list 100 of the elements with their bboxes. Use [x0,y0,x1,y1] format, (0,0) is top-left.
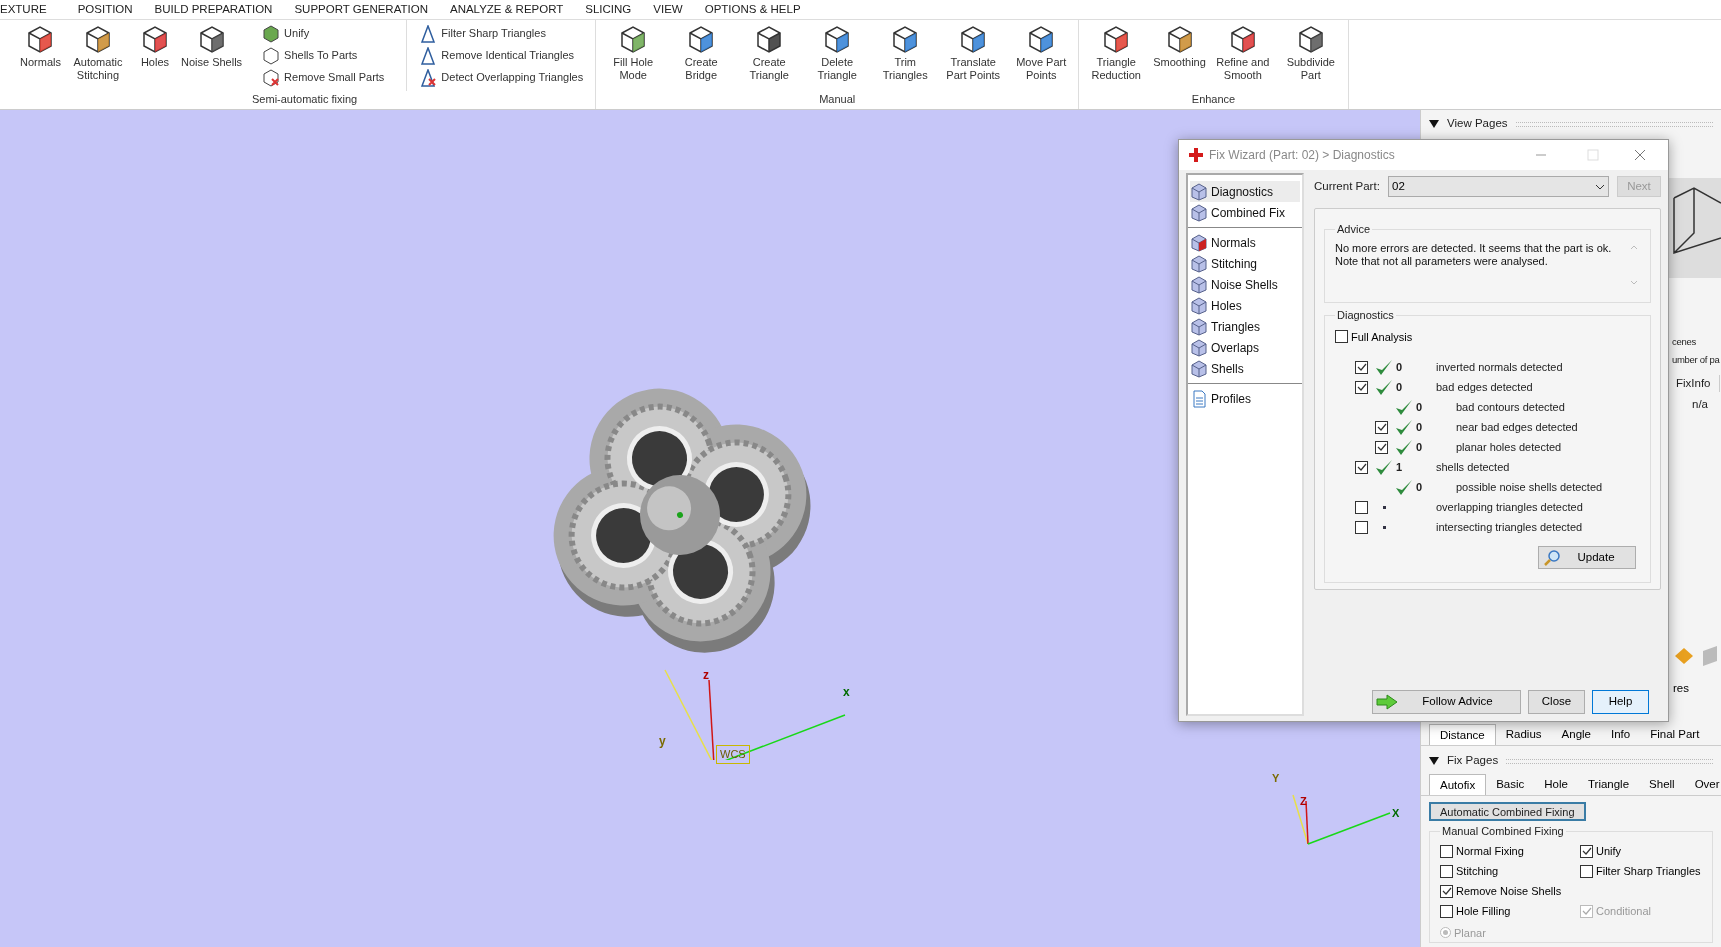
nav-item[interactable]: Triangles [1190,316,1300,337]
checkbox[interactable] [1355,380,1368,394]
menu-item[interactable]: EXTURE [0,0,67,19]
nav-item[interactable]: Overlaps [1190,337,1300,358]
checkbox[interactable] [1440,884,1453,898]
menu-item[interactable]: VIEW [642,0,694,19]
ribbon-button[interactable]: Move Part Points [1008,20,1075,91]
section-header[interactable]: View Pages [1447,115,1508,133]
count: 0 [1416,480,1423,493]
dialog-button[interactable]: Follow Advice [1372,690,1521,714]
tab[interactable]: Angle [1551,724,1601,745]
checkbox[interactable] [1440,904,1453,918]
tab[interactable]: Over [1684,774,1721,795]
nav-item[interactable]: Holes [1190,295,1300,316]
count: 0 [1396,380,1403,393]
checkbox[interactable] [1355,500,1368,514]
ribbon-button[interactable]: Holes [132,20,177,91]
diagnostic-label: near bad edges detected [1456,419,1578,435]
checkbox[interactable] [1580,864,1593,878]
menu-item[interactable]: OPTIONS & HELP [693,0,812,19]
ribbon-button[interactable]: Normals [18,20,63,91]
checkbox[interactable] [1335,330,1348,344]
automatic-combined-fixing-button[interactable]: Automatic Combined Fixing [1429,802,1586,821]
nav-item[interactable]: Shells [1190,358,1300,379]
checkbox[interactable] [1355,360,1368,374]
diagnostic-label: bad contours detected [1456,399,1565,415]
ribbon-button[interactable]: Create Triangle [736,20,803,91]
ribbon-group-label: Manual [818,91,857,107]
checkbox[interactable] [1440,844,1453,858]
tab[interactable]: Shell [1639,774,1685,795]
tab[interactable]: Triangle [1577,774,1640,795]
ribbon-button[interactable]: Noise Shells [178,20,245,91]
ribbon-button[interactable]: Trim Triangles [872,20,939,91]
tab[interactable]: Autofix [1429,774,1487,795]
ribbon-small-button[interactable]: Remove Identical Triangles [419,46,584,65]
column-header: FixInfo [1676,375,1720,393]
arrow-right-icon [1376,694,1398,710]
ribbon-small-button[interactable]: Detect Overlapping Triangles [419,68,584,87]
axis-label: y [659,733,666,750]
checkbox[interactable] [1355,520,1368,534]
diagnostic-label: intersecting triangles detected [1436,519,1583,535]
axis-label: Y [1272,771,1280,786]
collapse-triangle-icon[interactable] [1429,120,1439,128]
menu-item[interactable]: SLICING [574,0,643,19]
part-dropdown[interactable]: 02 [1388,176,1609,197]
nav-item[interactable]: Profiles [1190,388,1300,409]
tab[interactable]: Distance [1429,724,1496,745]
ribbon-button[interactable]: Triangle Reduction [1083,20,1150,91]
checkbox[interactable] [1375,440,1388,454]
checkbox-option[interactable]: Normal Fixing [1440,843,1580,859]
count: 0 [1416,400,1423,413]
ribbon-button[interactable]: Translate Part Points [940,20,1007,91]
menu-item[interactable]: BUILD PREPARATION [143,0,284,19]
ribbon-button[interactable]: Delete Triangle [804,20,871,91]
nav-item[interactable]: Diagnostics [1190,181,1300,202]
ribbon-small-button[interactable]: Remove Small Parts [262,68,385,87]
view-cube-icon[interactable] [1669,178,1721,278]
ribbon-button[interactable]: Smoothing [1151,20,1208,91]
magnifier-icon [1543,548,1561,567]
dialog-button[interactable]: Help [1592,690,1649,714]
tab[interactable]: Final Part [1640,724,1710,745]
checkbox[interactable] [1355,460,1368,474]
ribbon-button[interactable]: Refine and Smooth [1209,20,1276,91]
ribbon-button[interactable]: Fill Hole Mode [600,20,667,91]
diagnostic-label: inverted normals detected [1436,359,1563,375]
ribbon-small-button[interactable]: Shells To Parts [262,46,385,65]
nav-item[interactable]: Noise Shells [1190,274,1300,295]
menu-item[interactable]: SUPPORT GENERATION [283,0,439,19]
tab[interactable]: Radius [1495,724,1552,745]
dialog-button[interactable]: Close [1528,690,1585,714]
checkbox[interactable] [1580,844,1593,858]
update-button[interactable]: Update [1538,546,1636,569]
count: 1 [1396,460,1403,473]
checkbox[interactable] [1375,420,1388,434]
checkbox-option[interactable]: Unify [1580,843,1702,859]
tab[interactable]: Info [1601,724,1641,745]
menu-item[interactable]: ANALYZE & REPORT [438,0,575,19]
nav-item[interactable]: Stitching [1190,253,1300,274]
checkbox-option[interactable]: Hole Filling [1440,903,1580,919]
ribbon-button[interactable]: Subdivide Part [1277,20,1344,91]
diagnostic-label: planar holes detected [1456,439,1562,455]
menu-item[interactable]: POSITION [66,0,144,19]
ribbon-button[interactable]: Create Bridge [668,20,735,91]
ribbon-small-button[interactable]: Filter Sharp Triangles [419,24,584,43]
collapse-triangle-icon[interactable] [1429,757,1439,765]
nav-item[interactable]: Normals [1190,232,1300,253]
tab[interactable]: Hole [1534,774,1578,795]
section-header[interactable]: Fix Pages [1447,752,1499,770]
nav-item[interactable]: Combined Fix [1190,202,1300,223]
ribbon-small-button[interactable]: Unify [262,24,385,43]
axis-label: WCS [716,745,750,764]
tab[interactable]: Basic [1486,774,1535,795]
diagnostic-label: shells detected [1436,459,1510,475]
checkbox-option[interactable]: Remove Noise Shells [1440,883,1580,899]
checkbox[interactable] [1440,864,1453,878]
axis-label: z [703,667,709,684]
ribbon-button[interactable]: Automatic Stitching [64,20,131,91]
axis-label: x [843,684,850,701]
checkbox-option[interactable]: Filter Sharp Triangles [1580,863,1702,879]
checkbox-option[interactable]: Stitching [1440,863,1580,879]
